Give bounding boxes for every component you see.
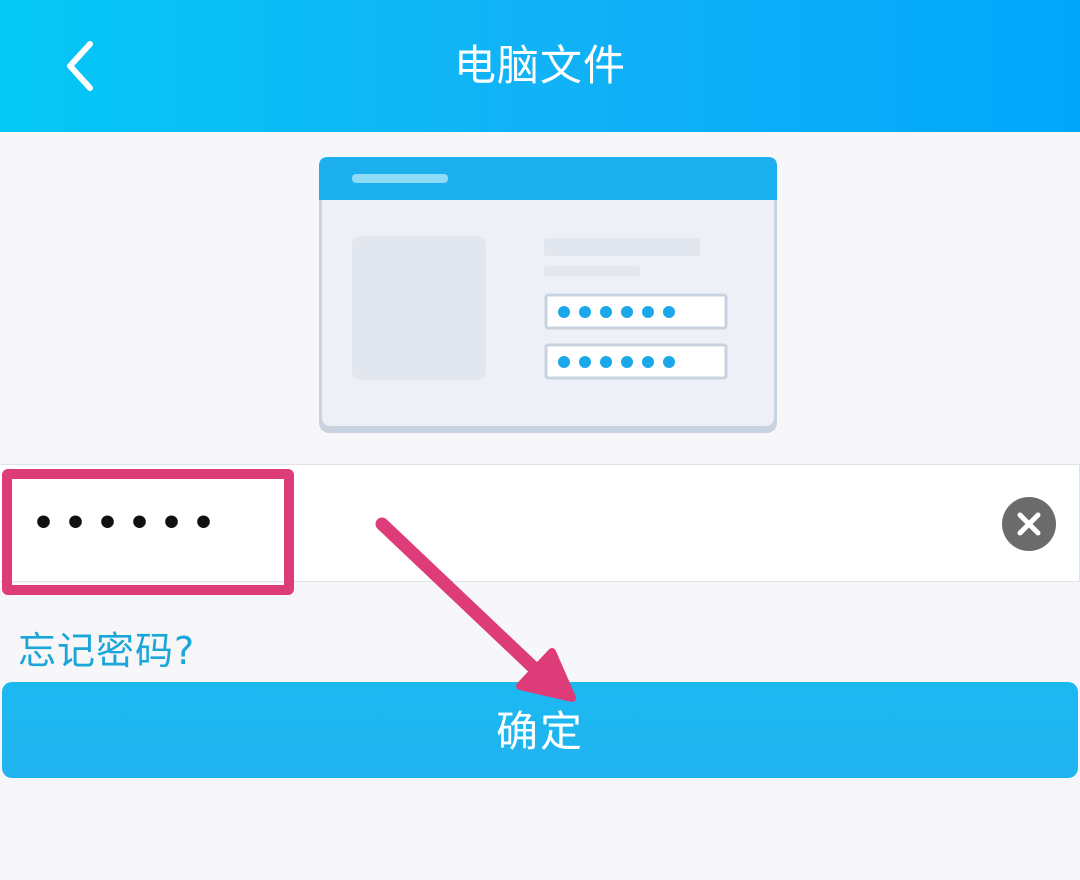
login-window-illustration xyxy=(319,157,777,433)
page-title: 电脑文件 xyxy=(453,41,626,90)
clear-icon xyxy=(1017,512,1041,536)
forgot-password-link[interactable]: 忘记密码? xyxy=(18,620,195,675)
back-button[interactable] xyxy=(48,30,112,102)
password-input[interactable]: •••••• xyxy=(32,500,224,548)
confirm-button[interactable]: 确定 xyxy=(2,682,1078,778)
chevron-left-icon xyxy=(67,41,93,91)
app-header: 电脑文件 xyxy=(0,0,1080,132)
clear-button[interactable] xyxy=(1002,497,1056,551)
